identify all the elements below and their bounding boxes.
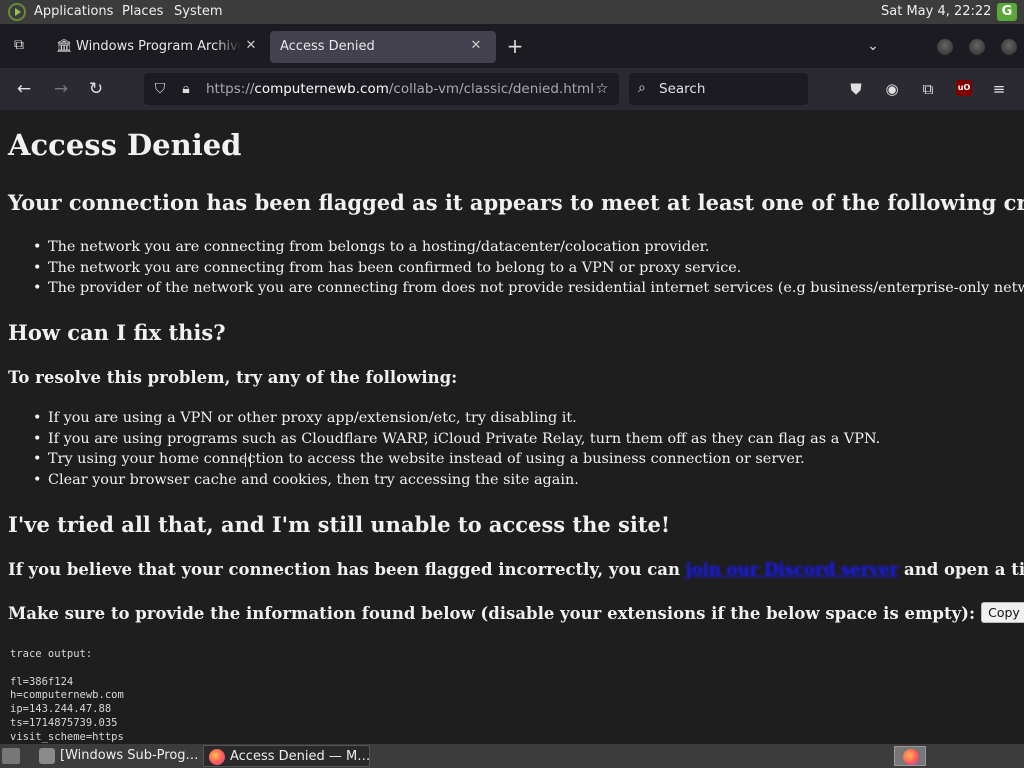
url-bar[interactable]: ⛉ 🔒︎ https://computernewb.com/collab-vm/… xyxy=(144,73,619,105)
tab-title: Access Denied xyxy=(280,39,375,54)
new-tab-button[interactable]: + xyxy=(505,36,525,57)
text-cursor-icon xyxy=(245,453,251,467)
ticket-heading: If you believe that your connection has … xyxy=(8,560,1024,579)
minimize-button[interactable] xyxy=(937,39,953,55)
fix-heading: How can I fix this? xyxy=(8,320,226,345)
account-icon[interactable]: ◉ xyxy=(882,79,902,99)
menu-system[interactable]: System xyxy=(174,4,222,19)
list-item: The network you are connecting from belo… xyxy=(33,237,1024,258)
search-icon: ⌕ xyxy=(638,80,646,96)
trace-line: visit_scheme=https xyxy=(10,730,124,743)
list-item: If you are using a VPN or other proxy ap… xyxy=(33,408,880,429)
copy-to-clipboard-button[interactable]: Copy to clipboard xyxy=(981,602,1024,623)
bookmark-star-icon[interactable]: ☆ xyxy=(593,80,611,98)
url-text[interactable]: https://computernewb.com/collab-vm/class… xyxy=(206,81,594,97)
taskbar-item-folder[interactable]: [Windows Sub-Prog… xyxy=(34,745,200,767)
list-item: The provider of the network you are conn… xyxy=(33,278,1024,299)
search-placeholder: Search xyxy=(659,81,706,97)
trace-line: h=computernewb.com xyxy=(10,689,124,702)
trace-line: ip=143.244.47.88 xyxy=(10,703,112,716)
app-menu-icon[interactable]: ≡ xyxy=(989,79,1009,99)
pocket-icon[interactable]: ⛊ xyxy=(846,79,866,99)
folder-icon xyxy=(39,748,55,764)
taskbar-item-firefox[interactable]: Access Denied — M… xyxy=(203,745,370,767)
panel-clock[interactable]: Sat May 4, 22:22 xyxy=(881,4,991,19)
discord-link[interactable]: join our Discord server xyxy=(686,560,899,579)
firefox-icon xyxy=(209,749,225,765)
trace-line: fl=386f124 xyxy=(10,675,74,688)
search-input[interactable]: ⌕ Search xyxy=(629,73,808,105)
archive-icon: 🏛 xyxy=(56,39,73,54)
back-icon[interactable]: ← xyxy=(13,79,35,99)
tried-heading: I've tried all that, and I'm still unabl… xyxy=(8,512,671,537)
close-tab-icon[interactable]: ✕ xyxy=(243,38,259,54)
tab-title: Windows Program Archive xyxy=(76,39,241,54)
list-item: The network you are connecting from has … xyxy=(33,258,1024,279)
list-item: Try using your home connection to access… xyxy=(33,449,880,470)
criteria-list: The network you are connecting from belo… xyxy=(33,237,1024,299)
firefox-icon xyxy=(903,749,919,765)
maximize-button[interactable] xyxy=(969,39,985,55)
workspace-switcher[interactable] xyxy=(894,746,926,766)
ublock-origin-icon[interactable]: uO xyxy=(956,80,972,96)
criteria-heading: Your connection has been flagged as it a… xyxy=(8,190,1024,215)
trace-output: trace output: fl=386f124 h=computernewb.co… xyxy=(10,648,124,744)
resolve-heading: To resolve this problem, try any of the … xyxy=(8,368,458,387)
trace-line xyxy=(10,662,124,676)
lock-icon[interactable]: 🔒︎ xyxy=(177,80,195,98)
bottom-panel: [Windows Sub-Prog… Access Denied — M… xyxy=(0,744,1024,768)
tab-access-denied[interactable]: Access Denied ✕ xyxy=(270,31,496,63)
firefox-view-icon[interactable]: ⧉ xyxy=(10,37,28,55)
info-heading: Make sure to provide the information fou… xyxy=(8,602,1024,623)
menu-applications[interactable]: Applications xyxy=(34,4,113,19)
reload-icon[interactable]: ↻ xyxy=(85,79,107,99)
tab-strip: ⧉ 🏛 Windows Program Archive ✕ Access Den… xyxy=(0,24,1024,68)
extensions-puzzle-icon[interactable]: ⧉ xyxy=(918,79,938,99)
page-title: Access Denied xyxy=(8,128,242,162)
forward-icon[interactable]: → xyxy=(50,79,72,99)
list-all-tabs-icon[interactable]: ⌄ xyxy=(864,38,882,54)
tray-app-icon[interactable]: G xyxy=(997,3,1017,21)
tab-windows-program-archive[interactable]: 🏛 Windows Program Archive ✕ xyxy=(47,31,265,63)
trace-line: trace output: xyxy=(10,648,93,660)
trace-line: ts=1714875739.035 xyxy=(10,716,118,729)
navigation-bar: ← → ↻ ⛉ 🔒︎ https://computernewb.com/coll… xyxy=(0,68,1024,110)
distro-logo-icon[interactable] xyxy=(8,3,26,21)
top-panel: Applications Places System Sat May 4, 22… xyxy=(0,0,1024,24)
list-item: If you are using programs such as Cloudf… xyxy=(33,429,880,450)
close-tab-icon[interactable]: ✕ xyxy=(468,38,484,54)
show-desktop-icon[interactable] xyxy=(2,748,20,764)
list-item: Clear your browser cache and cookies, th… xyxy=(33,470,880,491)
page-content: Access Denied Your connection has been f… xyxy=(0,110,1024,744)
tracking-protection-shield-icon[interactable]: ⛉ xyxy=(151,80,169,98)
menu-places[interactable]: Places xyxy=(122,4,163,19)
fixes-list: If you are using a VPN or other proxy ap… xyxy=(33,408,880,491)
close-window-button[interactable] xyxy=(1001,39,1017,55)
